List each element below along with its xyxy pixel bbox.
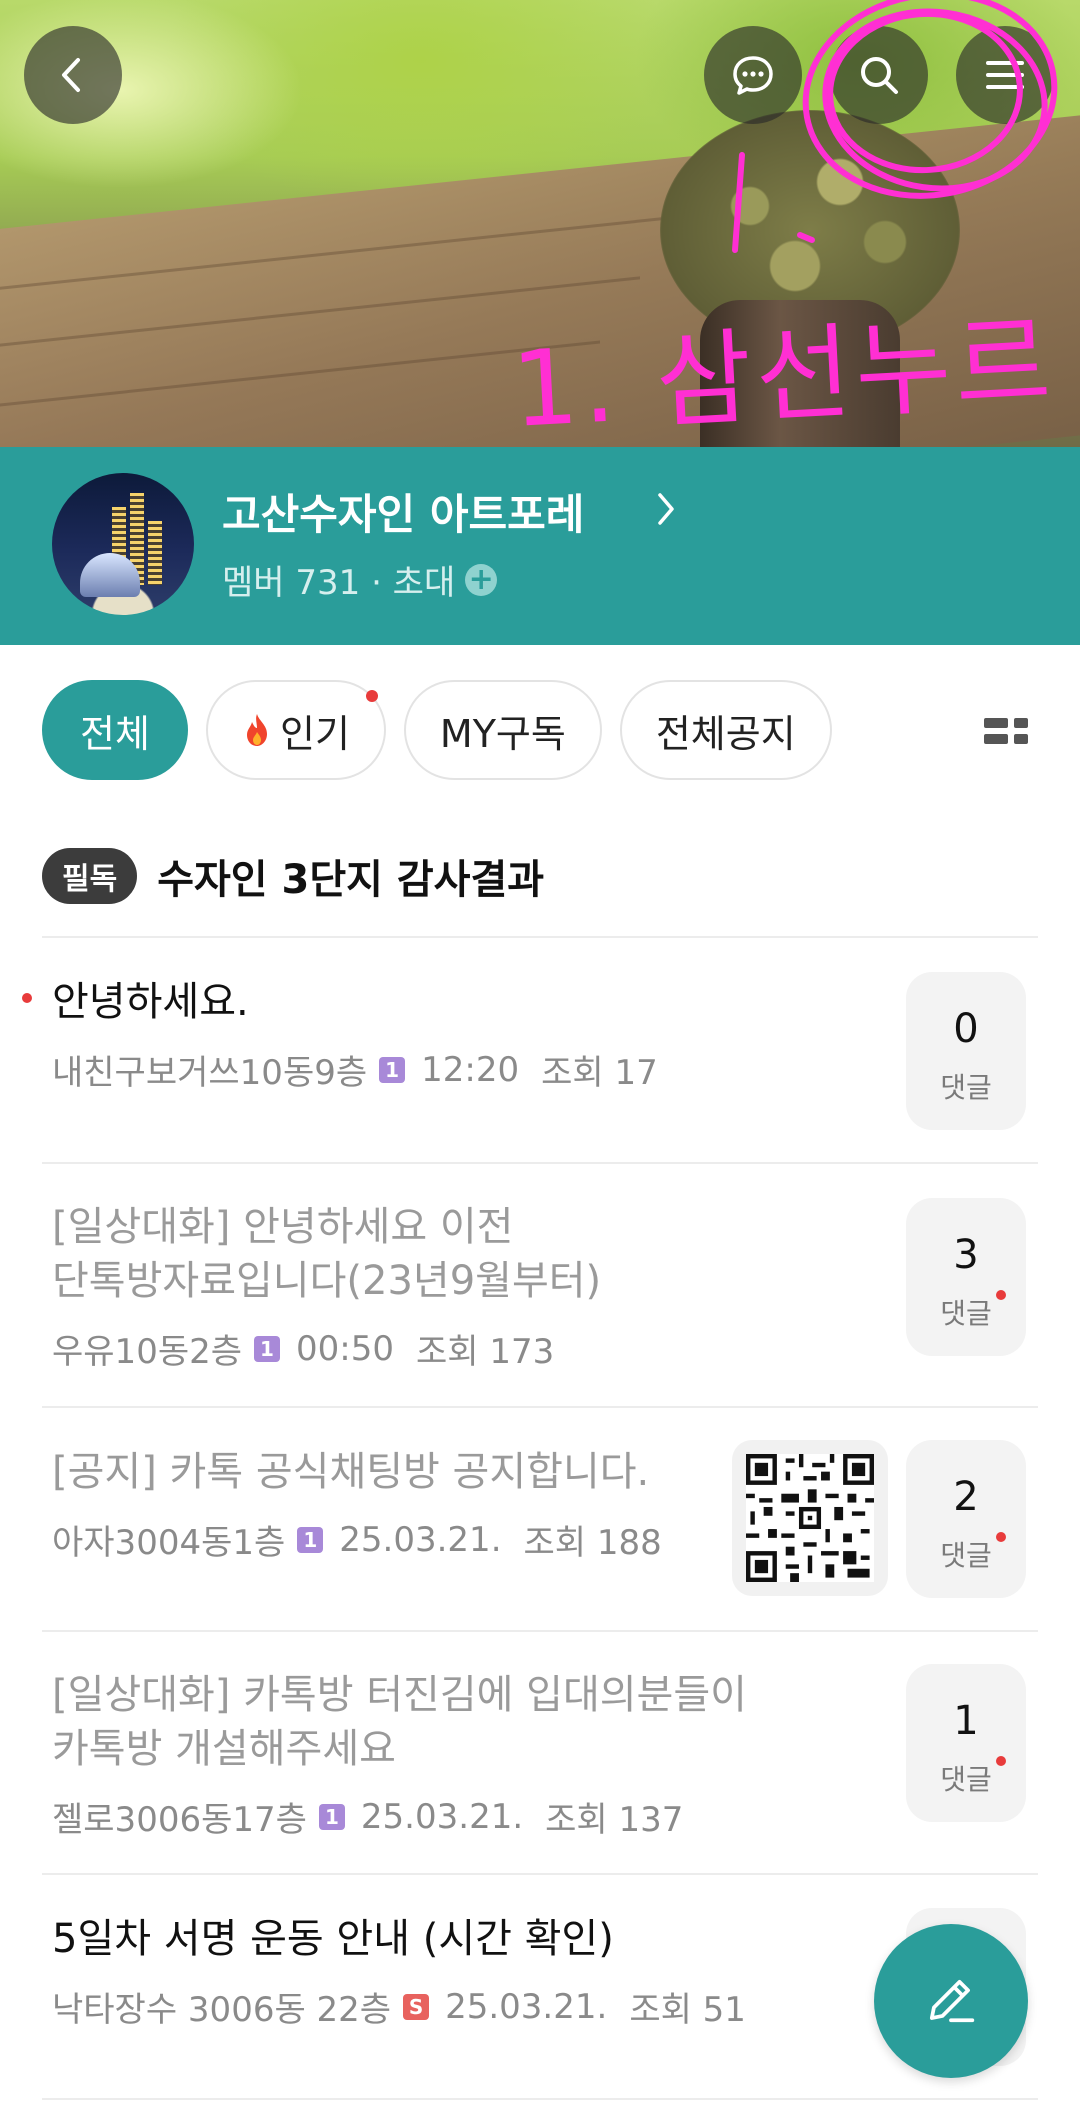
divider bbox=[42, 1630, 1038, 1632]
tab-label: MY구독 bbox=[439, 711, 566, 756]
tab-all-notices[interactable]: 전체공지 bbox=[619, 680, 832, 780]
cafe-avatar bbox=[52, 473, 194, 615]
search-button[interactable] bbox=[830, 26, 928, 124]
member-level-badge: 1 bbox=[379, 1056, 406, 1083]
comment-label: 댓글 bbox=[940, 1539, 992, 1572]
tab-label: 인기 bbox=[280, 711, 350, 756]
filter-tabs: 전체 인기 MY구독 전체공지 bbox=[42, 680, 832, 780]
comment-count: 0 bbox=[953, 1006, 979, 1052]
post-author: 아자3004동1층 bbox=[52, 1523, 286, 1563]
divider bbox=[42, 2098, 1038, 2100]
post-title: [일상대화] 카톡방 터진김에 입대의분들이 카톡방 개설해주세요 bbox=[52, 1672, 747, 1772]
post-title: 5일차 서명 운동 안내 (시간 확인) bbox=[52, 1916, 614, 1962]
new-comment-dot bbox=[996, 1290, 1006, 1300]
pinned-notice[interactable]: 필독 수자인 3단지 감사결과 bbox=[42, 848, 544, 904]
notice-title: 수자인 3단지 감사결과 bbox=[157, 857, 545, 903]
post-meta: 아자3004동1층 1 25.03.21. 조회 188 bbox=[52, 1515, 662, 1564]
comment-count-box[interactable]: 3 댓글 bbox=[906, 1198, 1026, 1356]
post-title: [일상대화] 안녕하세요 이전 단톡방자료입니다(23년9월부터) bbox=[52, 1204, 602, 1304]
post-time: 25.03.21. bbox=[445, 1986, 608, 2027]
cafe-info-banner[interactable]: 고산수자인 아트포레 멤버 731 · 초대 + bbox=[0, 447, 1080, 645]
divider bbox=[42, 936, 1038, 938]
qr-code-thumbnail[interactable] bbox=[732, 1440, 888, 1596]
fire-icon bbox=[247, 714, 267, 746]
comment-count-box[interactable]: 1 댓글 bbox=[906, 1664, 1026, 1822]
post-views: 조회 137 bbox=[545, 1800, 684, 1840]
post-time: 25.03.21. bbox=[360, 1796, 524, 1837]
post-views: 조회 17 bbox=[541, 1053, 658, 1093]
unread-dot bbox=[22, 993, 32, 1003]
tab-label: 전체공지 bbox=[655, 711, 796, 756]
post-meta: 젤로3006동17층 1 25.03.21. 조회 137 bbox=[52, 1792, 683, 1841]
chevron-left-icon bbox=[62, 58, 80, 92]
divider bbox=[42, 1873, 1038, 1875]
menu-button[interactable] bbox=[956, 26, 1054, 124]
post-meta: 낙타장수 3006동 22층 S 25.03.21. 조회 51 bbox=[52, 1982, 746, 2031]
write-post-button[interactable] bbox=[874, 1924, 1028, 2078]
tab-all[interactable]: 전체 bbox=[42, 680, 188, 780]
post-author: 낙타장수 3006동 22층 bbox=[52, 1990, 392, 2030]
member-level-badge: 1 bbox=[318, 1803, 345, 1830]
comment-count-box[interactable]: 2 댓글 bbox=[906, 1440, 1026, 1598]
chevron-right-icon bbox=[658, 493, 674, 525]
post-views: 조회 51 bbox=[629, 1990, 746, 2030]
post-time: 25.03.21. bbox=[339, 1519, 502, 1560]
post-time: 00:50 bbox=[296, 1328, 394, 1369]
post-views: 조회 173 bbox=[416, 1332, 555, 1372]
comment-count-box[interactable]: 0 댓글 bbox=[906, 972, 1026, 1130]
chat-bubble-icon bbox=[733, 56, 773, 95]
hamburger-menu-icon bbox=[986, 61, 1024, 89]
member-level-badge: 1 bbox=[297, 1526, 324, 1553]
post-title: [공지] 카톡 공식채팅방 공지합니다. bbox=[52, 1449, 650, 1495]
post-title: 안녕하세요. bbox=[52, 979, 249, 1025]
post-author: 내친구보거쓰10동9층 bbox=[52, 1053, 368, 1093]
post-views: 조회 188 bbox=[523, 1523, 662, 1563]
invite-plus-icon[interactable]: + bbox=[465, 563, 498, 596]
member-level-badge: 1 bbox=[254, 1335, 281, 1362]
new-indicator-dot bbox=[365, 690, 378, 702]
comment-count: 1 bbox=[953, 1698, 979, 1744]
new-comment-dot bbox=[996, 1756, 1006, 1766]
comment-count: 2 bbox=[953, 1474, 979, 1520]
new-comment-dot bbox=[996, 1532, 1006, 1542]
divider bbox=[42, 1162, 1038, 1164]
comment-label: 댓글 bbox=[940, 1071, 992, 1104]
chat-button[interactable] bbox=[704, 26, 802, 124]
post-author: 우유10동2층 bbox=[52, 1332, 243, 1372]
tab-popular[interactable]: 인기 bbox=[206, 680, 386, 780]
member-level-badge: S bbox=[403, 1993, 430, 2020]
member-invite-text: 멤버 731 · 초대 bbox=[222, 563, 456, 603]
post-time: 12:20 bbox=[421, 1049, 520, 1090]
back-button[interactable] bbox=[24, 26, 122, 124]
must-read-badge: 필독 bbox=[42, 848, 138, 904]
cafe-meta: 멤버 731 · 초대 + bbox=[222, 555, 498, 604]
post-meta: 내친구보거쓰10동9층 1 12:20 조회 17 bbox=[52, 1045, 658, 1094]
qr-code-image bbox=[746, 1454, 874, 1582]
post-meta: 우유10동2층 1 00:50 조회 173 bbox=[52, 1324, 554, 1373]
cafe-name[interactable]: 고산수자인 아트포레 bbox=[222, 481, 584, 542]
tab-my-subscription[interactable]: MY구독 bbox=[403, 680, 602, 780]
search-icon bbox=[861, 57, 898, 94]
post-author: 젤로3006동17층 bbox=[52, 1800, 307, 1840]
grid-view-icon[interactable] bbox=[984, 716, 1028, 748]
comment-label: 댓글 bbox=[940, 1763, 992, 1796]
comment-label: 댓글 bbox=[940, 1297, 992, 1330]
divider bbox=[42, 1406, 1038, 1408]
comment-count: 3 bbox=[953, 1232, 979, 1278]
pencil-icon bbox=[929, 1979, 975, 2023]
tab-label: 전체 bbox=[80, 711, 150, 756]
